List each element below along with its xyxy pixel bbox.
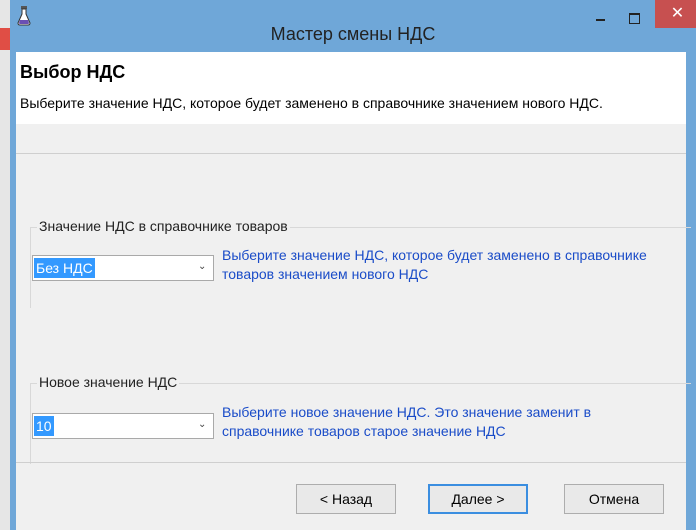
current-vat-group-title: Значение НДС в справочнике товаров — [37, 218, 290, 234]
title-bar[interactable]: Мастер смены НДС ✕ — [10, 0, 696, 52]
page-description: Выберите значение НДС, которое будет зам… — [20, 95, 603, 111]
back-button[interactable]: < Назад — [296, 484, 396, 514]
wizard-header: Выбор НДС Выберите значение НДС, которое… — [16, 52, 686, 124]
current-vat-hint: Выберите значение НДС, которое будет зам… — [222, 247, 647, 282]
header-divider — [16, 153, 686, 154]
current-vat-select[interactable]: Без НДС ⌄ — [32, 255, 214, 281]
new-vat-selected-value: 10 — [34, 416, 54, 436]
next-button[interactable]: Далее > — [428, 484, 528, 514]
background-window-fragment — [0, 28, 10, 50]
footer-divider — [16, 462, 686, 463]
current-vat-selected-value: Без НДС — [34, 258, 95, 278]
new-vat-select[interactable]: 10 ⌄ — [32, 413, 214, 439]
new-vat-hint: Выберите новое значение НДС. Это значени… — [222, 404, 592, 439]
chevron-down-icon: ⌄ — [198, 419, 207, 430]
app-flask-icon — [17, 6, 31, 26]
close-button[interactable]: ✕ — [655, 0, 696, 28]
wizard-client-area: Выбор НДС Выберите значение НДС, которое… — [16, 52, 691, 530]
cancel-button[interactable]: Отмена — [564, 484, 664, 514]
wizard-window: Мастер смены НДС ✕ Выбор НДС Выберите зн… — [10, 0, 696, 530]
page-title: Выбор НДС — [20, 62, 126, 82]
background-window-edge — [0, 0, 10, 530]
minimize-button[interactable] — [590, 10, 612, 28]
new-vat-group-title: Новое значение НДС — [37, 374, 180, 390]
maximize-button[interactable] — [624, 10, 646, 28]
chevron-down-icon: ⌄ — [198, 261, 207, 272]
